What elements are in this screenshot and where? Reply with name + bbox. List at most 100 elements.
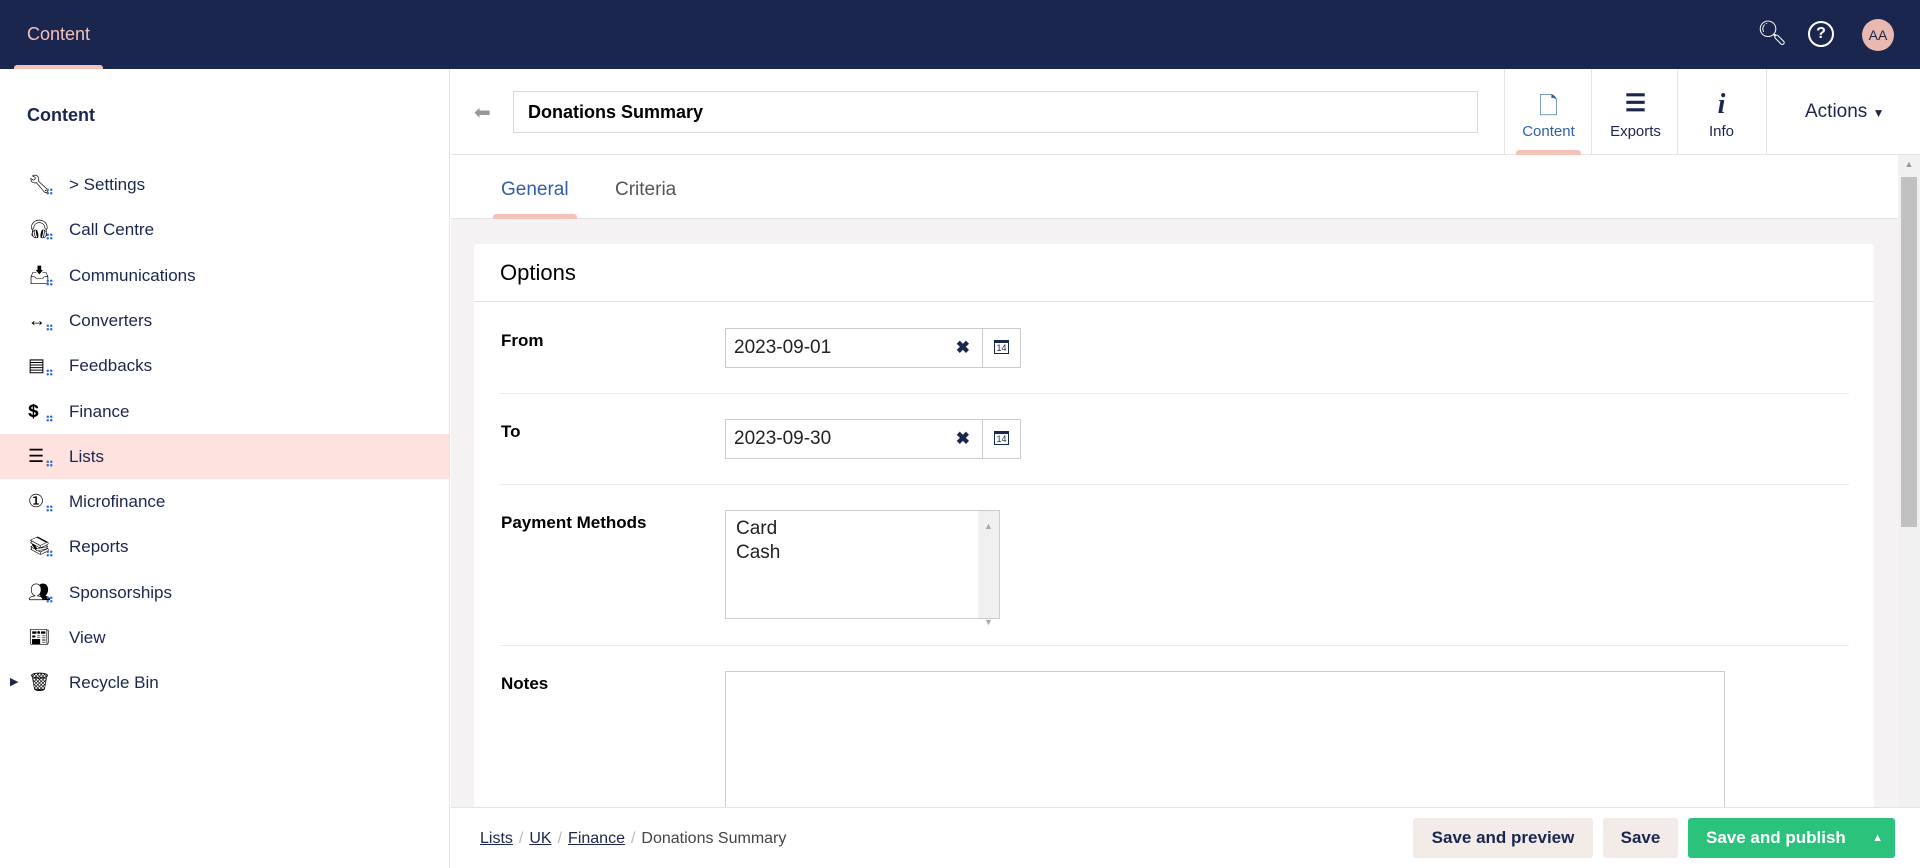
- inbox-icon: 📥︎: [28, 264, 51, 285]
- from-label: From: [501, 331, 544, 350]
- grid-dots-icon: [46, 414, 53, 422]
- app-content[interactable]: 🗋︎ Content: [1504, 69, 1592, 155]
- save-button[interactable]: Save: [1603, 818, 1678, 858]
- sidebar-item[interactable]: ① Microfinance: [0, 479, 449, 524]
- top-bar: [0, 0, 1920, 69]
- info-icon: i: [1717, 89, 1726, 120]
- grid-dots-icon: [46, 188, 53, 195]
- expand-caret-icon[interactable]: ▶: [10, 660, 18, 705]
- grid-dots-icon: [46, 595, 53, 603]
- breadcrumb-lists[interactable]: Lists: [480, 830, 513, 847]
- sidebar-item[interactable]: 📥︎ Communications: [0, 253, 449, 298]
- caret-up-icon[interactable]: ▲: [1872, 818, 1883, 858]
- to-date-input[interactable]: 2023-09-30 ✖: [725, 419, 983, 459]
- listbox-option[interactable]: Cash: [736, 541, 989, 565]
- breadcrumb-uk[interactable]: UK: [529, 830, 551, 847]
- search-icon[interactable]: 🔍︎: [1756, 18, 1788, 50]
- clear-icon[interactable]: ✖: [956, 420, 970, 458]
- sidebar-item-label: Feedbacks: [69, 356, 153, 376]
- breadcrumb-finance[interactable]: Finance: [568, 830, 625, 847]
- divider: [499, 393, 1849, 394]
- coins-icon: 💲︎: [28, 400, 39, 421]
- sidebar-item[interactable]: ☰ Lists: [0, 433, 449, 479]
- coin-icon: ①: [28, 491, 45, 512]
- grid-dots-icon: [46, 459, 53, 467]
- app-exports[interactable]: ☰ Exports: [1591, 69, 1679, 155]
- tab-general[interactable]: General: [493, 155, 577, 219]
- sidebar-item-label: View: [69, 628, 106, 647]
- sidebar-item-label: Call Centre: [69, 220, 155, 240]
- code-arrows-icon: ↔: [28, 309, 46, 330]
- tab-criteria[interactable]: Criteria: [615, 155, 676, 219]
- avatar[interactable]: AA: [1862, 19, 1894, 51]
- books-icon: 📚︎: [28, 536, 51, 557]
- sidebar-item-label: Converters: [69, 310, 153, 330]
- save-and-preview-button[interactable]: Save and preview: [1413, 818, 1593, 858]
- sidebar-title: Content: [27, 105, 95, 125]
- actions-label: Actions: [1805, 101, 1868, 122]
- to-date-value: 2023-09-30: [734, 428, 832, 449]
- sidebar-item[interactable]: ▶ 🗑︎ Recycle Bin: [0, 660, 449, 705]
- listbox-scrollbar[interactable]: ▲ ▼: [978, 511, 999, 627]
- sidebar-item-label: Recycle Bin: [69, 673, 159, 693]
- trash-icon: 🗑︎: [28, 672, 51, 693]
- scrollbar-thumb[interactable]: [1901, 177, 1917, 527]
- listbox-option[interactable]: Card: [736, 517, 989, 541]
- actions-dropdown[interactable]: Actions ▼: [1766, 69, 1920, 155]
- clear-icon[interactable]: ✖: [956, 329, 970, 367]
- app-label: Exports: [1610, 123, 1661, 140]
- numbered-list-icon: ☰: [28, 445, 45, 466]
- sidebar-item-label: Reports: [69, 537, 129, 557]
- caret-down-icon: ▼: [1872, 106, 1885, 120]
- list-icon: ☰: [1624, 90, 1647, 117]
- sidebar-item-label: Sponsorships: [69, 582, 173, 602]
- grid-dots-icon: [46, 278, 53, 286]
- notes-label: Notes: [501, 674, 549, 693]
- sidebar-item-label: Microfinance: [69, 492, 166, 512]
- back-arrow-icon[interactable]: ⬅︎: [474, 100, 491, 125]
- document-icon: 🗋︎: [1538, 93, 1559, 120]
- wrench-icon: 🔧︎: [28, 174, 51, 194]
- sidebar-item-label: > Settings: [69, 175, 146, 194]
- grid-dots-icon: [46, 369, 53, 377]
- sidebar-item-label: Lists: [69, 446, 104, 466]
- notes-textarea[interactable]: [725, 671, 1725, 821]
- from-calendar-button[interactable]: 14: [982, 328, 1021, 368]
- save-and-publish-label: Save and publish: [1706, 828, 1846, 847]
- document-title-input[interactable]: [513, 91, 1478, 133]
- from-date-value: 2023-09-01: [734, 337, 832, 358]
- app-info[interactable]: i Info: [1677, 69, 1765, 155]
- section-tab-content[interactable]: Content: [14, 0, 103, 69]
- payment-methods-listbox[interactable]: Card Cash ▲ ▼: [725, 510, 1000, 627]
- sidebar-item[interactable]: 🎧︎ Call Centre: [0, 207, 449, 252]
- sidebar-item[interactable]: ▤ Feedbacks: [0, 343, 449, 388]
- breadcrumb-current: Donations Summary: [641, 830, 787, 847]
- to-calendar-button[interactable]: 14: [982, 419, 1021, 459]
- sidebar-item[interactable]: 💲︎ Finance: [0, 389, 449, 434]
- breadcrumb: Lists / UK / Finance / Donations Summary: [480, 830, 787, 847]
- divider: [499, 645, 1849, 646]
- grid-dots-icon: [46, 233, 53, 241]
- sidebar-item[interactable]: 👥︎ Sponsorships: [0, 570, 449, 615]
- divider: [474, 301, 1874, 302]
- app-label: Info: [1708, 123, 1735, 140]
- save-and-publish-button[interactable]: Save and publish ▲: [1688, 818, 1895, 858]
- grid-dots-icon: [46, 323, 53, 331]
- grid-dots-icon: [46, 550, 53, 558]
- divider: [499, 484, 1849, 485]
- help-icon[interactable]: ?: [1808, 21, 1834, 47]
- sidebar-item-label: Communications: [69, 265, 196, 285]
- payment-methods-label: Payment Methods: [501, 513, 647, 532]
- grid-dots-icon: [46, 505, 53, 513]
- from-date-input[interactable]: 2023-09-01 ✖: [725, 328, 983, 368]
- sidebar-item[interactable]: ↔ Converters: [0, 298, 449, 343]
- sidebar-item[interactable]: 📰︎ View: [0, 615, 449, 660]
- calendar-icon: 14: [994, 340, 1009, 354]
- sidebar-item[interactable]: 📚︎ Reports: [0, 524, 449, 569]
- users-icon: 👥︎: [28, 581, 51, 602]
- newspaper-icon: 📰︎: [28, 627, 51, 647]
- sidebar-item[interactable]: 🔧︎ > Settings: [0, 162, 449, 207]
- card-title: Options: [500, 260, 576, 285]
- sidebar-item-label: Finance: [69, 401, 130, 421]
- headset-icon: 🎧︎: [28, 219, 51, 240]
